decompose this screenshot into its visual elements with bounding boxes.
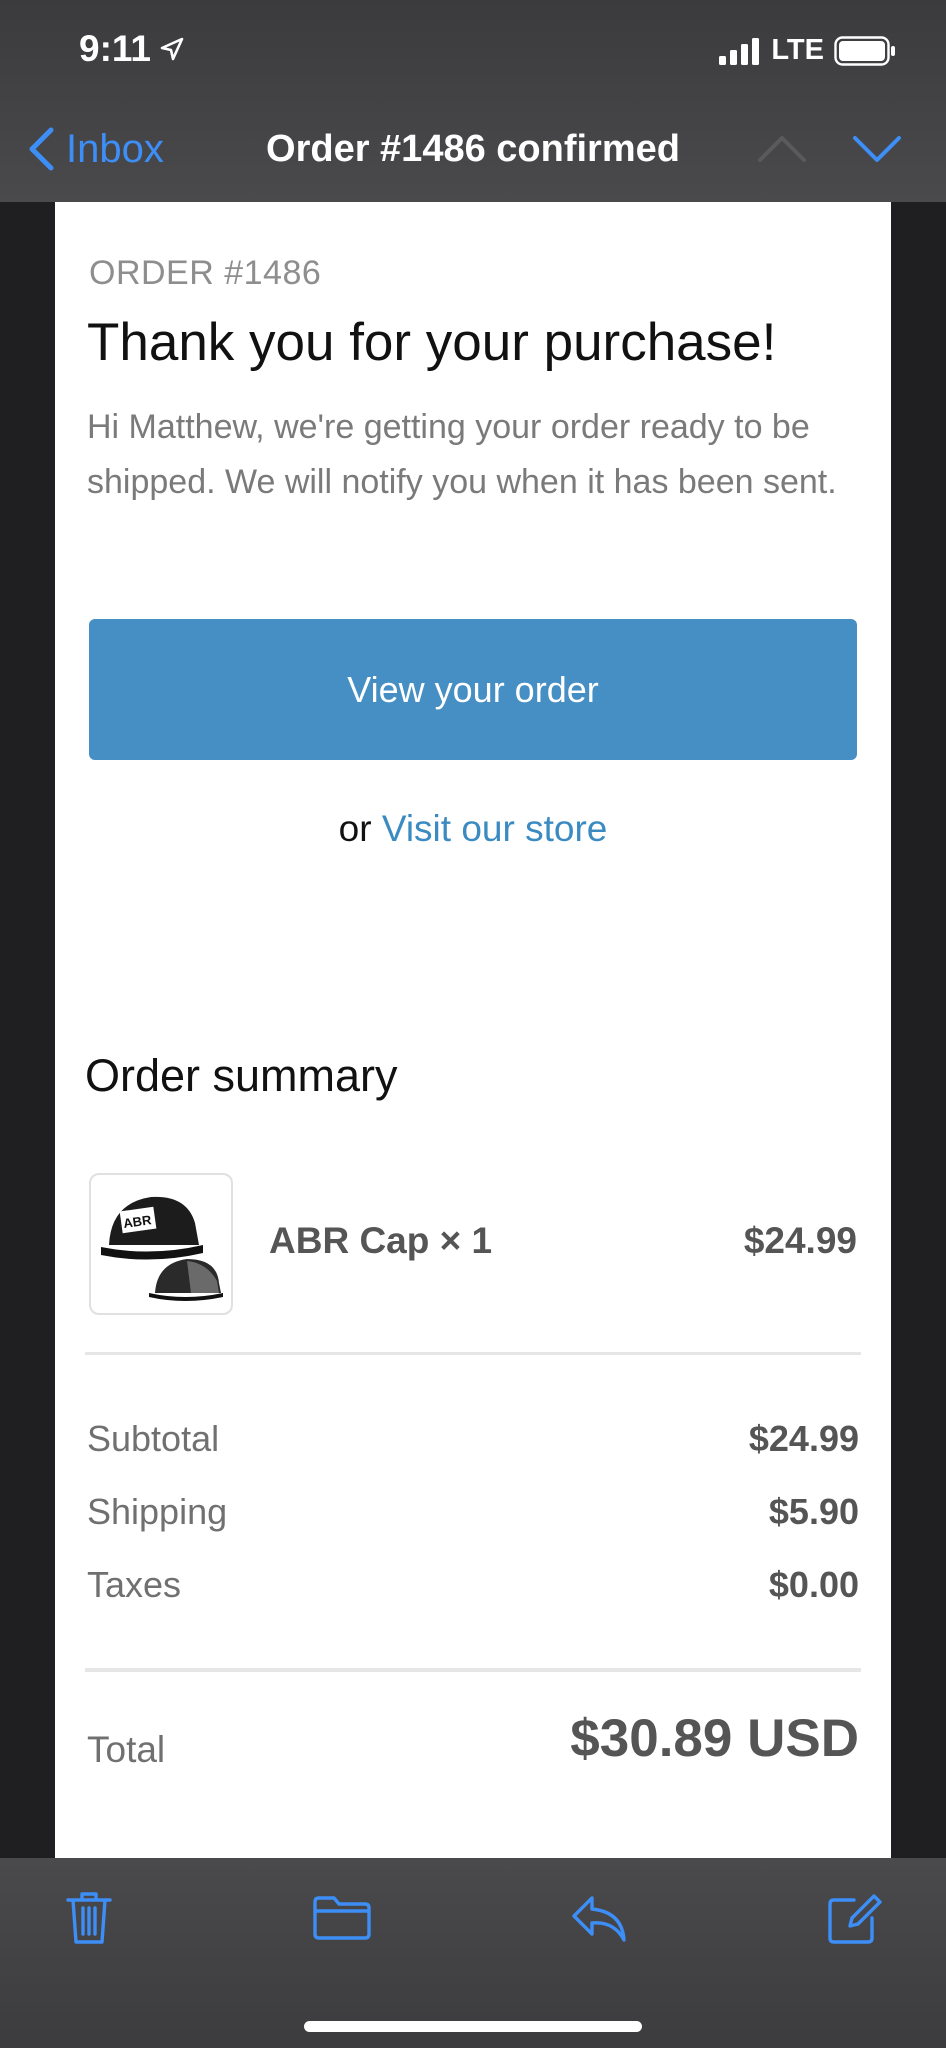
nav-bar: Inbox Order #1486 confirmed	[0, 118, 946, 184]
reply-icon[interactable]	[570, 1894, 628, 1944]
folder-icon[interactable]	[312, 1894, 372, 1942]
chevron-down-icon[interactable]	[852, 134, 902, 164]
subtotal-value: $24.99	[748, 1418, 859, 1459]
product-price: $24.99	[743, 1220, 857, 1261]
taxes-value: $0.00	[768, 1564, 859, 1605]
compose-icon[interactable]	[826, 1892, 882, 1946]
order-summary-heading: Order summary	[85, 1050, 398, 1101]
total-value: $30.89 USD	[570, 1709, 859, 1768]
order-number-label: ORDER #1486	[89, 254, 322, 292]
home-indicator	[304, 2021, 642, 2032]
divider	[85, 1668, 861, 1672]
status-time: 9:11	[79, 28, 185, 70]
view-order-button[interactable]: View your order	[89, 619, 857, 760]
taxes-label: Taxes	[87, 1564, 182, 1605]
network-label: LTE	[771, 34, 824, 66]
product-image: ABR	[89, 1173, 233, 1315]
top-bar: 9:11 LTE Inbox Order #1486 confirmed	[0, 0, 946, 202]
status-time-text: 9:11	[79, 28, 152, 69]
divider	[85, 1352, 861, 1355]
email-body: ORDER #1486 Thank you for your purchase!…	[55, 202, 891, 1858]
signal-icon	[719, 37, 760, 65]
shipping-label: Shipping	[87, 1491, 228, 1532]
shipping-value: $5.90	[768, 1491, 859, 1532]
trash-icon[interactable]	[64, 1890, 114, 1946]
or-text: or	[338, 808, 382, 849]
subtotal-label: Subtotal	[87, 1418, 220, 1459]
visit-store-link[interactable]: Visit our store	[382, 808, 608, 849]
bottom-toolbar	[0, 1858, 946, 2048]
intro-text: Hi Matthew, we're getting your order rea…	[87, 408, 837, 501]
chevron-up-icon	[758, 136, 806, 162]
battery-icon	[834, 35, 895, 66]
cap-image: ABR	[101, 1196, 223, 1301]
status-right: LTE	[719, 34, 896, 67]
store-link-line: or Visit our store	[55, 808, 891, 850]
product-name: ABR Cap × 1	[269, 1220, 493, 1261]
total-label: Total	[87, 1729, 166, 1770]
location-arrow-icon	[160, 37, 184, 61]
thank-you-heading: Thank you for your purchase!	[87, 313, 777, 372]
